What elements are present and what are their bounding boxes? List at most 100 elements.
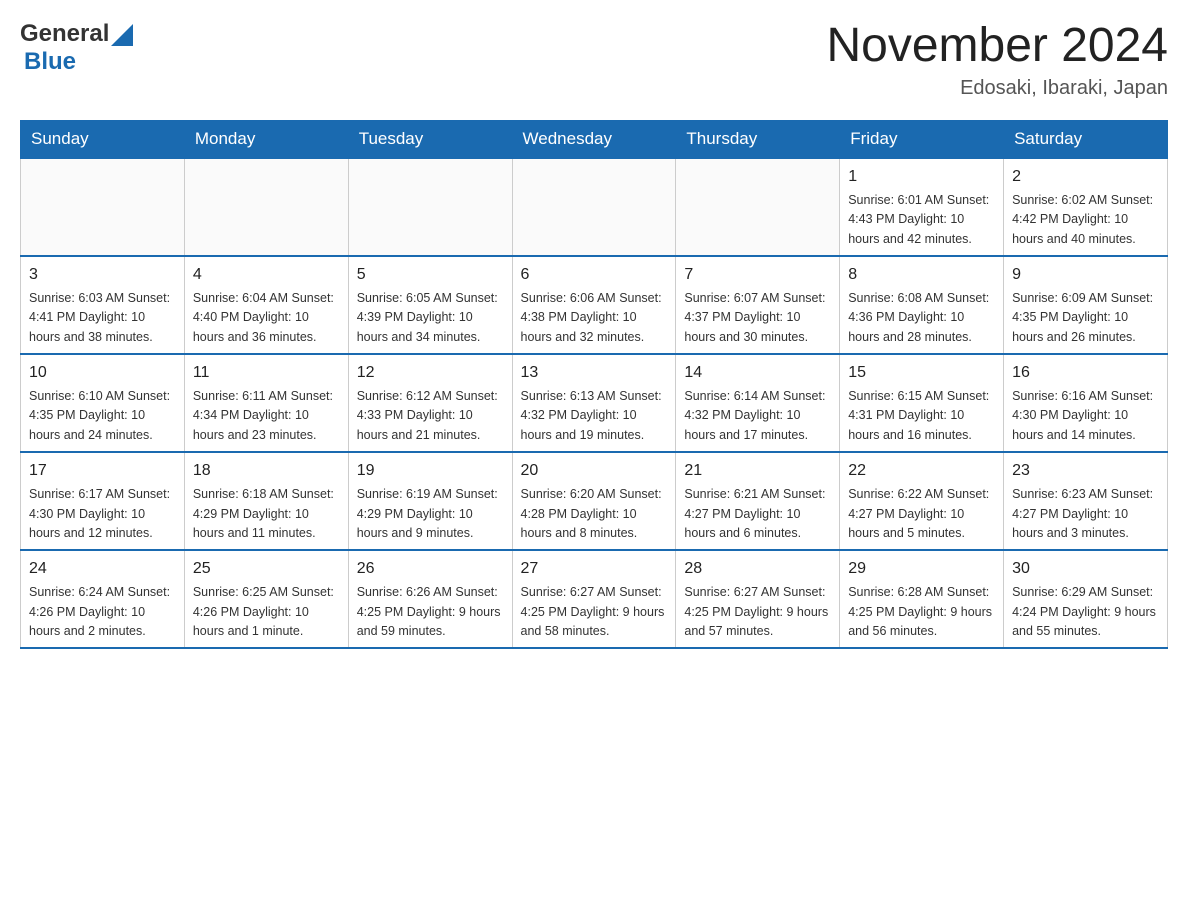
day-number: 4 — [193, 263, 340, 287]
calendar-day-cell — [512, 158, 676, 256]
calendar-week-row: 3Sunrise: 6:03 AM Sunset: 4:41 PM Daylig… — [21, 256, 1168, 354]
location: Edosaki, Ibaraki, Japan — [826, 77, 1168, 100]
day-number: 21 — [684, 459, 831, 483]
calendar-day-cell: 5Sunrise: 6:05 AM Sunset: 4:39 PM Daylig… — [348, 256, 512, 354]
calendar-day-cell: 7Sunrise: 6:07 AM Sunset: 4:37 PM Daylig… — [676, 256, 840, 354]
logo: General Blue — [20, 20, 133, 76]
day-number: 27 — [521, 557, 668, 581]
day-number: 8 — [848, 263, 995, 287]
day-info: Sunrise: 6:27 AM Sunset: 4:25 PM Dayligh… — [521, 583, 668, 641]
calendar-day-cell — [21, 158, 185, 256]
calendar-table: SundayMondayTuesdayWednesdayThursdayFrid… — [20, 120, 1168, 650]
logo-blue-text: Blue — [24, 48, 76, 75]
logo-general-text: General — [20, 20, 109, 48]
calendar-day-cell — [184, 158, 348, 256]
calendar-day-cell: 1Sunrise: 6:01 AM Sunset: 4:43 PM Daylig… — [840, 158, 1004, 256]
calendar-day-cell: 10Sunrise: 6:10 AM Sunset: 4:35 PM Dayli… — [21, 354, 185, 452]
day-info: Sunrise: 6:02 AM Sunset: 4:42 PM Dayligh… — [1012, 191, 1159, 249]
day-info: Sunrise: 6:18 AM Sunset: 4:29 PM Dayligh… — [193, 485, 340, 543]
calendar-day-cell: 12Sunrise: 6:12 AM Sunset: 4:33 PM Dayli… — [348, 354, 512, 452]
day-info: Sunrise: 6:16 AM Sunset: 4:30 PM Dayligh… — [1012, 387, 1159, 445]
day-number: 2 — [1012, 165, 1159, 189]
day-number: 9 — [1012, 263, 1159, 287]
day-of-week-header: Wednesday — [512, 120, 676, 158]
day-number: 14 — [684, 361, 831, 385]
calendar-day-cell: 4Sunrise: 6:04 AM Sunset: 4:40 PM Daylig… — [184, 256, 348, 354]
day-info: Sunrise: 6:15 AM Sunset: 4:31 PM Dayligh… — [848, 387, 995, 445]
calendar-day-cell: 25Sunrise: 6:25 AM Sunset: 4:26 PM Dayli… — [184, 550, 348, 648]
day-info: Sunrise: 6:26 AM Sunset: 4:25 PM Dayligh… — [357, 583, 504, 641]
day-number: 19 — [357, 459, 504, 483]
calendar-day-cell: 3Sunrise: 6:03 AM Sunset: 4:41 PM Daylig… — [21, 256, 185, 354]
day-number: 30 — [1012, 557, 1159, 581]
day-number: 5 — [357, 263, 504, 287]
calendar-day-cell: 18Sunrise: 6:18 AM Sunset: 4:29 PM Dayli… — [184, 452, 348, 550]
day-number: 15 — [848, 361, 995, 385]
day-info: Sunrise: 6:28 AM Sunset: 4:25 PM Dayligh… — [848, 583, 995, 641]
day-number: 16 — [1012, 361, 1159, 385]
day-number: 11 — [193, 361, 340, 385]
calendar-day-cell: 9Sunrise: 6:09 AM Sunset: 4:35 PM Daylig… — [1004, 256, 1168, 354]
calendar-day-cell: 26Sunrise: 6:26 AM Sunset: 4:25 PM Dayli… — [348, 550, 512, 648]
day-number: 22 — [848, 459, 995, 483]
calendar-day-cell: 29Sunrise: 6:28 AM Sunset: 4:25 PM Dayli… — [840, 550, 1004, 648]
day-number: 10 — [29, 361, 176, 385]
day-info: Sunrise: 6:14 AM Sunset: 4:32 PM Dayligh… — [684, 387, 831, 445]
calendar-day-cell: 24Sunrise: 6:24 AM Sunset: 4:26 PM Dayli… — [21, 550, 185, 648]
day-number: 1 — [848, 165, 995, 189]
calendar-day-cell: 6Sunrise: 6:06 AM Sunset: 4:38 PM Daylig… — [512, 256, 676, 354]
day-info: Sunrise: 6:13 AM Sunset: 4:32 PM Dayligh… — [521, 387, 668, 445]
day-info: Sunrise: 6:20 AM Sunset: 4:28 PM Dayligh… — [521, 485, 668, 543]
day-number: 17 — [29, 459, 176, 483]
day-info: Sunrise: 6:06 AM Sunset: 4:38 PM Dayligh… — [521, 289, 668, 347]
day-info: Sunrise: 6:04 AM Sunset: 4:40 PM Dayligh… — [193, 289, 340, 347]
day-number: 12 — [357, 361, 504, 385]
calendar-day-cell: 8Sunrise: 6:08 AM Sunset: 4:36 PM Daylig… — [840, 256, 1004, 354]
day-number: 3 — [29, 263, 176, 287]
calendar-header-row: SundayMondayTuesdayWednesdayThursdayFrid… — [21, 120, 1168, 158]
calendar-week-row: 10Sunrise: 6:10 AM Sunset: 4:35 PM Dayli… — [21, 354, 1168, 452]
day-number: 18 — [193, 459, 340, 483]
calendar-day-cell — [348, 158, 512, 256]
title-block: November 2024 Edosaki, Ibaraki, Japan — [826, 20, 1168, 100]
day-info: Sunrise: 6:24 AM Sunset: 4:26 PM Dayligh… — [29, 583, 176, 641]
calendar-day-cell: 21Sunrise: 6:21 AM Sunset: 4:27 PM Dayli… — [676, 452, 840, 550]
day-number: 20 — [521, 459, 668, 483]
day-info: Sunrise: 6:25 AM Sunset: 4:26 PM Dayligh… — [193, 583, 340, 641]
day-of-week-header: Tuesday — [348, 120, 512, 158]
calendar-day-cell: 27Sunrise: 6:27 AM Sunset: 4:25 PM Dayli… — [512, 550, 676, 648]
day-info: Sunrise: 6:21 AM Sunset: 4:27 PM Dayligh… — [684, 485, 831, 543]
day-of-week-header: Saturday — [1004, 120, 1168, 158]
day-number: 29 — [848, 557, 995, 581]
month-title: November 2024 — [826, 20, 1168, 73]
day-number: 26 — [357, 557, 504, 581]
calendar-day-cell: 14Sunrise: 6:14 AM Sunset: 4:32 PM Dayli… — [676, 354, 840, 452]
day-number: 13 — [521, 361, 668, 385]
calendar-day-cell: 16Sunrise: 6:16 AM Sunset: 4:30 PM Dayli… — [1004, 354, 1168, 452]
calendar-day-cell — [676, 158, 840, 256]
day-info: Sunrise: 6:07 AM Sunset: 4:37 PM Dayligh… — [684, 289, 831, 347]
calendar-week-row: 1Sunrise: 6:01 AM Sunset: 4:43 PM Daylig… — [21, 158, 1168, 256]
day-number: 28 — [684, 557, 831, 581]
page-header: General Blue November 2024 Edosaki, Ibar… — [20, 20, 1168, 100]
day-info: Sunrise: 6:12 AM Sunset: 4:33 PM Dayligh… — [357, 387, 504, 445]
day-number: 25 — [193, 557, 340, 581]
calendar-day-cell: 22Sunrise: 6:22 AM Sunset: 4:27 PM Dayli… — [840, 452, 1004, 550]
day-info: Sunrise: 6:23 AM Sunset: 4:27 PM Dayligh… — [1012, 485, 1159, 543]
calendar-week-row: 17Sunrise: 6:17 AM Sunset: 4:30 PM Dayli… — [21, 452, 1168, 550]
calendar-day-cell: 30Sunrise: 6:29 AM Sunset: 4:24 PM Dayli… — [1004, 550, 1168, 648]
calendar-day-cell: 2Sunrise: 6:02 AM Sunset: 4:42 PM Daylig… — [1004, 158, 1168, 256]
calendar-day-cell: 15Sunrise: 6:15 AM Sunset: 4:31 PM Dayli… — [840, 354, 1004, 452]
logo-triangle-icon — [111, 24, 133, 46]
day-info: Sunrise: 6:09 AM Sunset: 4:35 PM Dayligh… — [1012, 289, 1159, 347]
calendar-week-row: 24Sunrise: 6:24 AM Sunset: 4:26 PM Dayli… — [21, 550, 1168, 648]
calendar-day-cell: 11Sunrise: 6:11 AM Sunset: 4:34 PM Dayli… — [184, 354, 348, 452]
day-of-week-header: Monday — [184, 120, 348, 158]
day-info: Sunrise: 6:01 AM Sunset: 4:43 PM Dayligh… — [848, 191, 995, 249]
day-info: Sunrise: 6:08 AM Sunset: 4:36 PM Dayligh… — [848, 289, 995, 347]
day-number: 7 — [684, 263, 831, 287]
day-of-week-header: Sunday — [21, 120, 185, 158]
day-number: 6 — [521, 263, 668, 287]
calendar-day-cell: 28Sunrise: 6:27 AM Sunset: 4:25 PM Dayli… — [676, 550, 840, 648]
day-number: 24 — [29, 557, 176, 581]
